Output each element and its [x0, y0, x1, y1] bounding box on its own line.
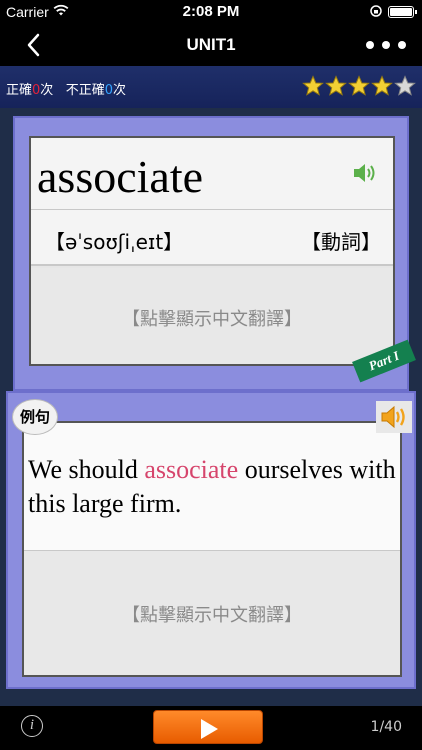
word-card-inner: associate 【əˈsoʊʃiˌeɪt】 【動詞】 【點擊顯示中文翻譯】	[29, 136, 395, 366]
incorrect-count: 0	[104, 83, 114, 98]
sentence-speaker-icon[interactable]	[376, 401, 412, 433]
more-dot-icon	[398, 41, 406, 49]
score-text: 正確0次 不正確0次	[6, 79, 126, 98]
status-time: 2:08 PM	[182, 3, 240, 20]
vocabulary-word: associate	[37, 151, 204, 202]
nav-title: UNIT1	[186, 35, 236, 54]
phonetic-text: 【əˈsoʊʃiˌeɪt】	[45, 230, 184, 254]
sentence-highlight-word: associate	[144, 455, 239, 484]
star-filled-icon	[302, 75, 324, 96]
star-filled-icon	[371, 75, 393, 96]
sentence-card-inner: We should associate ourselves with this …	[22, 421, 402, 677]
status-bar: Carrier 2:08 PM	[0, 0, 422, 24]
phonetic-row: 【əˈsoʊʃiˌeɪt】 【動詞】	[31, 210, 393, 266]
bottom-toolbar: i 1/40	[0, 706, 422, 750]
part-of-speech: 【動詞】	[301, 230, 381, 254]
correct-label: 正確	[6, 83, 33, 98]
rotation-lock-icon	[370, 5, 382, 17]
score-bar: 正確0次 不正確0次	[0, 66, 422, 108]
main-content: associate 【əˈsoʊʃiˌeɪt】 【動詞】 【點擊顯示中文翻譯】 …	[0, 108, 422, 706]
word-translation-hint: 【點擊顯示中文翻譯】	[122, 309, 302, 330]
battery-icon	[388, 6, 417, 18]
word-translation-area[interactable]: 【點擊顯示中文翻譯】	[31, 268, 393, 364]
play-triangle-icon	[201, 719, 218, 739]
sentence-before: We should	[28, 455, 145, 484]
times-label: 次	[40, 83, 54, 98]
play-button[interactable]	[153, 710, 263, 744]
word-card: associate 【əˈsoʊʃiˌeɪt】 【動詞】 【點擊顯示中文翻譯】 …	[13, 116, 416, 391]
more-dot-icon	[382, 41, 390, 49]
rating-stars	[302, 75, 416, 97]
example-sentence: We should associate ourselves with this …	[28, 453, 398, 521]
star-filled-icon	[325, 75, 347, 96]
sentence-card: We should associate ourselves with this …	[6, 391, 416, 689]
star-empty-icon	[394, 75, 416, 96]
info-icon[interactable]: i	[21, 715, 43, 737]
nav-bar: UNIT1	[0, 24, 422, 66]
word-row: associate	[31, 138, 393, 210]
example-badge: 例句	[12, 399, 58, 435]
example-sentence-box: We should associate ourselves with this …	[24, 423, 400, 551]
star-filled-icon	[348, 75, 370, 96]
page-indicator: 1/40	[370, 719, 402, 735]
times-label: 次	[113, 83, 127, 98]
word-speaker-icon[interactable]	[351, 160, 377, 186]
more-menu-button[interactable]	[366, 34, 406, 56]
sentence-translation-hint[interactable]: 【點擊顯示中文翻譯】	[24, 601, 400, 627]
more-dot-icon	[366, 41, 374, 49]
incorrect-label: 不正確	[65, 83, 105, 98]
